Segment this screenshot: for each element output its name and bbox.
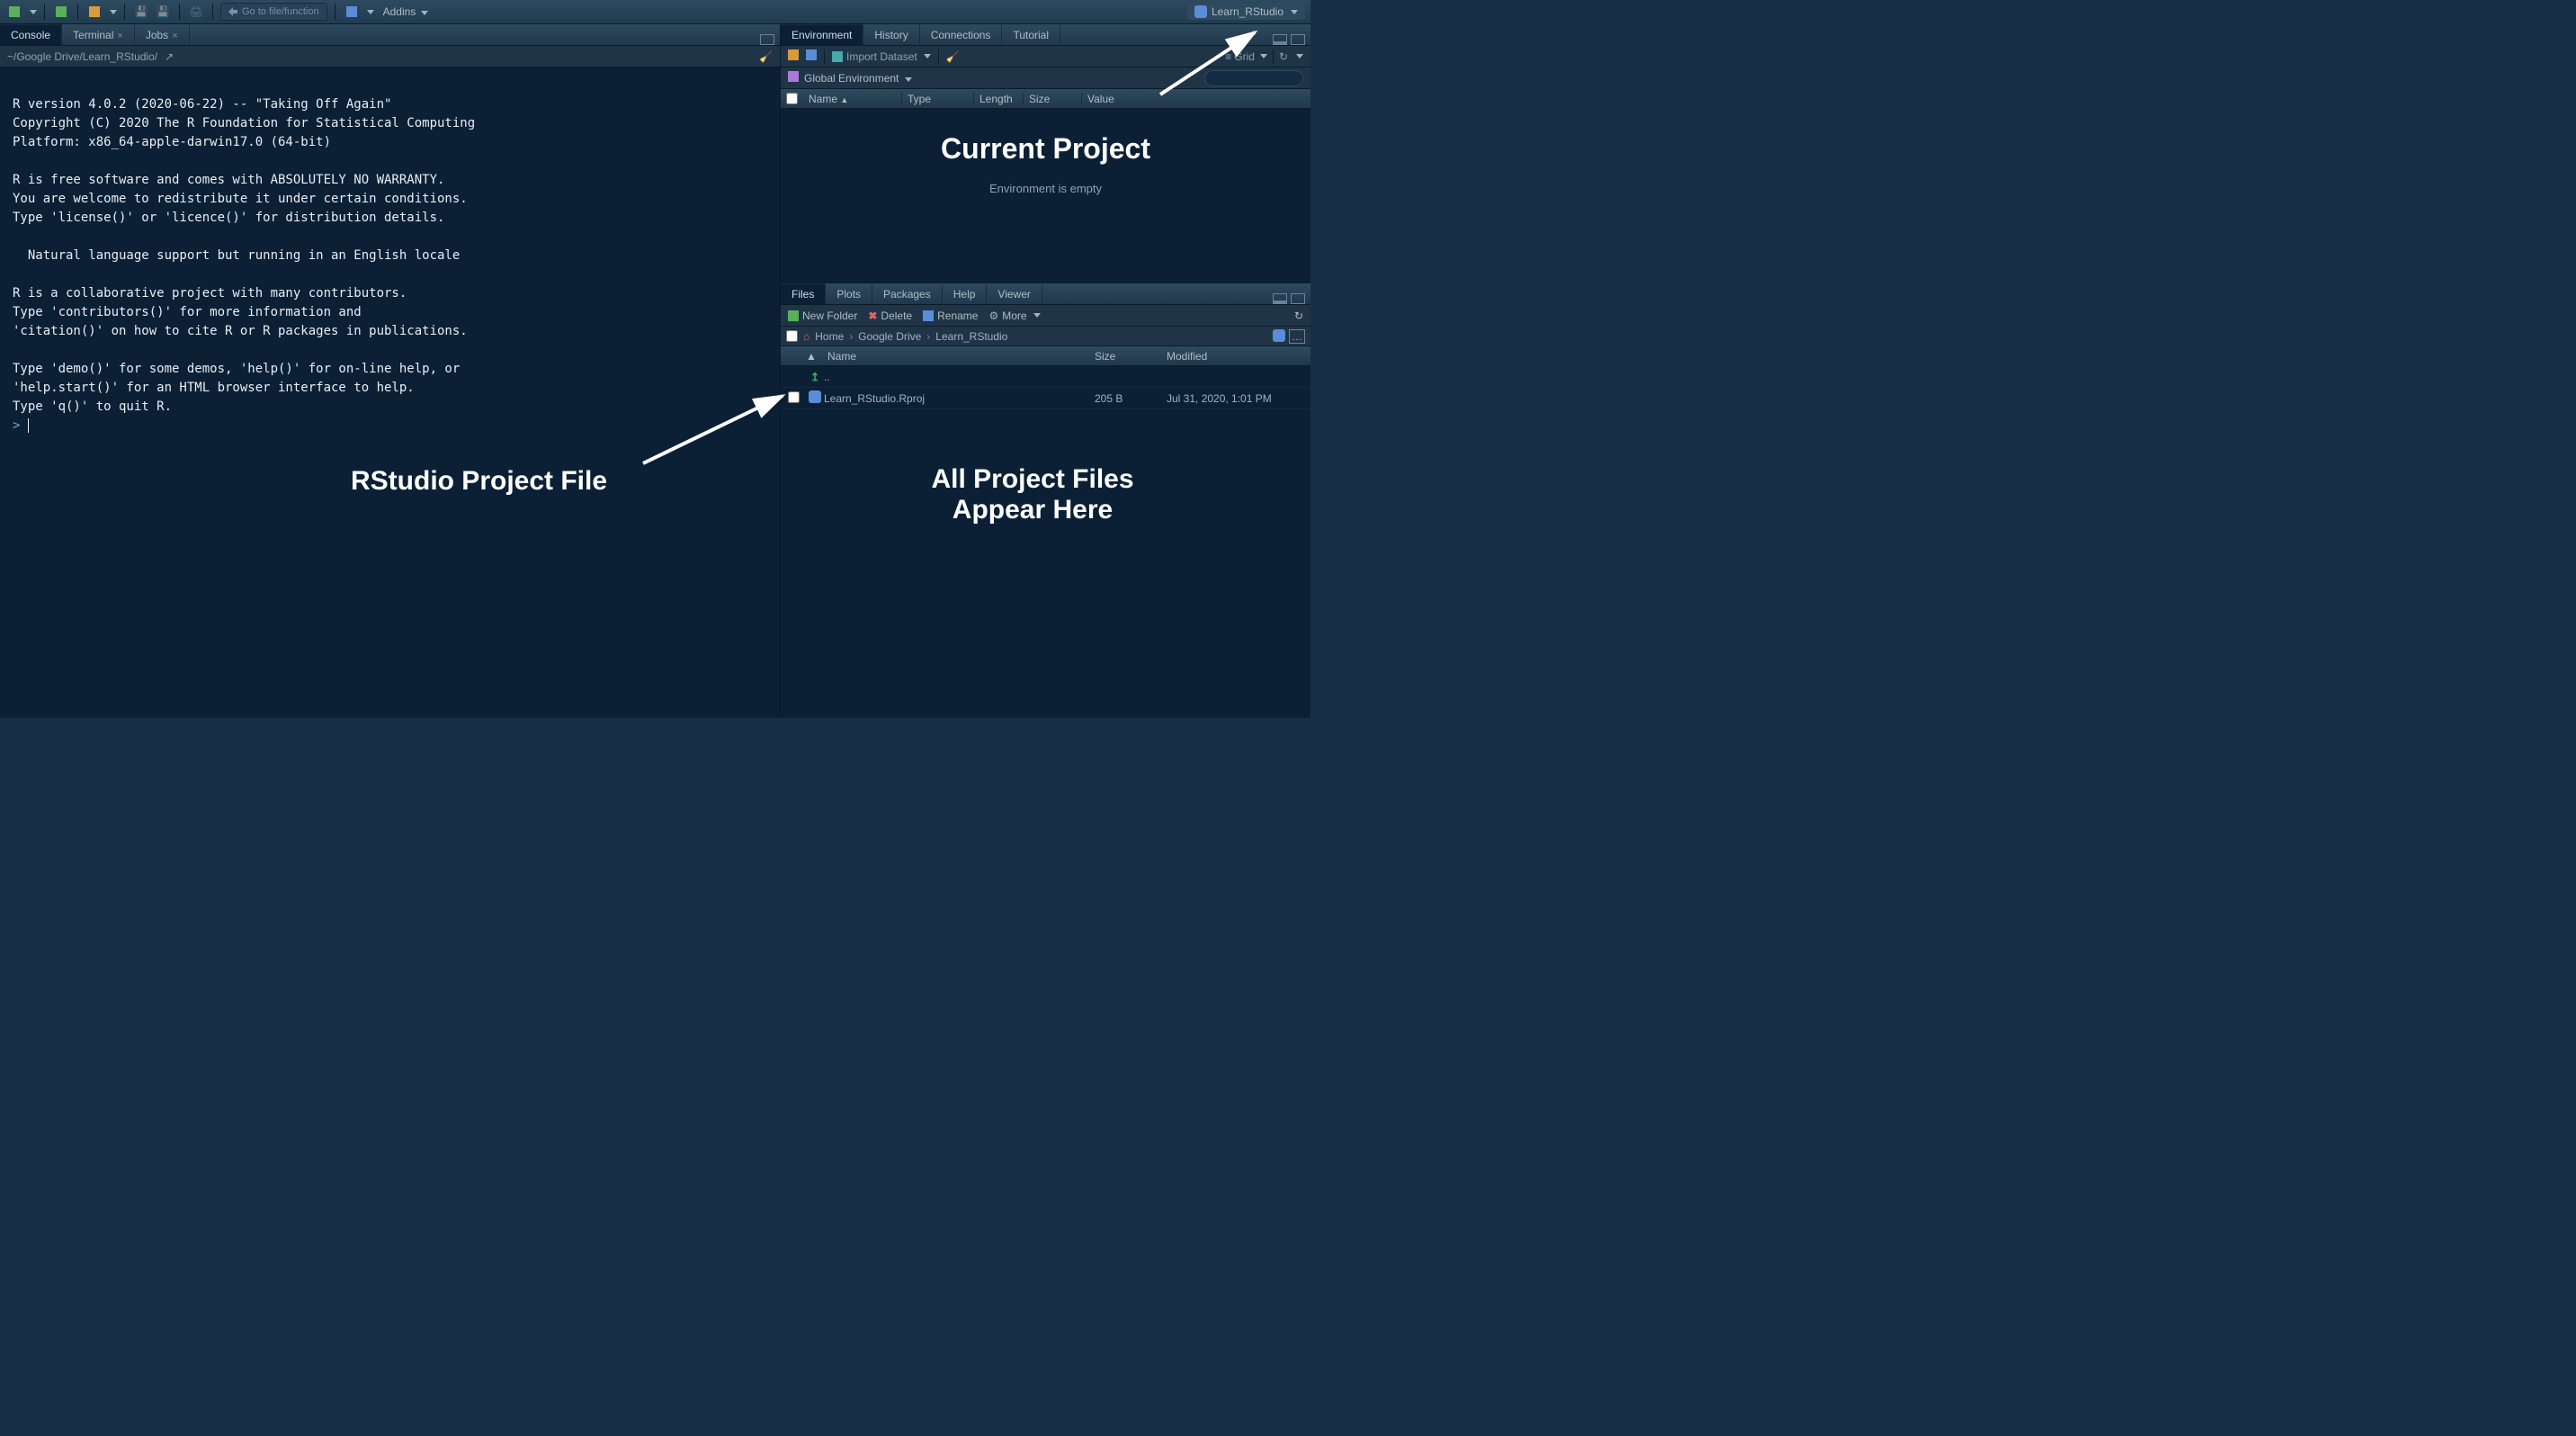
environment-tabs: Environment History Connections Tutorial [781, 24, 1310, 46]
breadcrumb-segment[interactable]: Learn_RStudio [935, 330, 1007, 343]
header-type[interactable]: Type [902, 93, 974, 105]
tools-icon[interactable] [343, 3, 361, 21]
goto-file-function-input[interactable]: Go to file/function [220, 3, 327, 21]
console-prompt: > [13, 418, 28, 433]
up-arrow-icon: ↥ [806, 371, 824, 383]
sort-indicator-icon[interactable]: ▲ [806, 350, 824, 363]
file-list: ↥ .. Learn_RStudio.Rproj 205 B Jul 31, 2… [781, 366, 1310, 718]
open-file-icon[interactable] [85, 3, 103, 21]
scope-selector[interactable]: Global Environment [804, 72, 912, 85]
minimize-pane-icon[interactable] [1273, 34, 1287, 45]
clear-console-icon[interactable]: 🧹 [759, 50, 773, 63]
breadcrumb-segment[interactable]: Google Drive [858, 330, 921, 343]
files-pane: Files Plots Packages Help Viewer New Fol… [781, 283, 1310, 718]
header-size[interactable]: Size [1024, 93, 1082, 105]
working-directory-label: ~/Google Drive/Learn_RStudio/ [7, 50, 157, 63]
tab-environment[interactable]: Environment [781, 24, 863, 45]
tab-console[interactable]: Console [0, 24, 62, 45]
environment-search-input[interactable] [1204, 70, 1303, 86]
goto-placeholder: Go to file/function [242, 6, 319, 17]
annotation-current-project: Current Project [941, 132, 1150, 166]
environment-pane: Environment History Connections Tutorial… [781, 24, 1310, 283]
home-icon[interactable]: ⌂ [803, 330, 809, 343]
minimize-pane-icon[interactable] [760, 34, 774, 45]
console-pane: Console Terminal× Jobs× ~/Google Drive/L… [0, 24, 781, 718]
environment-toolbar: Import Dataset 🧹 ≡ Grid ↻ [781, 46, 1310, 67]
maximize-pane-icon[interactable] [1291, 293, 1305, 304]
rproj-icon [806, 390, 824, 406]
tab-terminal[interactable]: Terminal× [62, 25, 135, 45]
tab-viewer[interactable]: Viewer [987, 284, 1042, 304]
delete-button[interactable]: ✖Delete [868, 310, 912, 322]
save-all-icon[interactable]: 💾 [154, 3, 172, 21]
cursor [28, 418, 29, 433]
save-icon[interactable]: 💾 [132, 3, 150, 21]
more-path-icon[interactable]: … [1289, 329, 1305, 344]
tab-tutorial[interactable]: Tutorial [1002, 25, 1060, 45]
new-folder-button[interactable]: New Folder [788, 310, 857, 322]
minimize-pane-icon[interactable] [1273, 293, 1287, 304]
tab-jobs[interactable]: Jobs× [135, 25, 190, 45]
new-file-dropdown[interactable] [30, 10, 37, 14]
environment-body: Current Project Environment is empty [781, 109, 1310, 283]
files-column-headers: ▲ Name Size Modified [781, 346, 1310, 366]
file-modified-label: Jul 31, 2020, 1:01 PM [1167, 392, 1310, 405]
files-tabs: Files Plots Packages Help Viewer [781, 283, 1310, 305]
header-value[interactable]: Value [1082, 93, 1310, 105]
console-output[interactable]: R version 4.0.2 (2020-06-22) -- "Taking … [0, 67, 780, 718]
scope-icon [788, 71, 799, 85]
header-file-size[interactable]: Size [1095, 350, 1167, 363]
breadcrumb-home[interactable]: Home [815, 330, 844, 343]
tab-plots[interactable]: Plots [826, 284, 872, 304]
new-file-icon[interactable] [5, 3, 23, 21]
tab-connections[interactable]: Connections [920, 25, 1003, 45]
clear-objects-icon[interactable]: 🧹 [946, 50, 960, 63]
new-project-icon[interactable] [52, 3, 70, 21]
refresh-files-icon[interactable]: ↻ [1294, 310, 1303, 322]
project-menu[interactable]: Learn_RStudio [1187, 4, 1305, 20]
tab-help[interactable]: Help [943, 284, 988, 304]
console-tabs: Console Terminal× Jobs× [0, 24, 780, 46]
tab-files[interactable]: Files [781, 283, 826, 304]
file-checkbox[interactable] [788, 391, 800, 403]
environment-headers: Name ▲ Type Length Size Value [781, 89, 1310, 109]
console-path-bar: ~/Google Drive/Learn_RStudio/ ↗ 🧹 [0, 46, 780, 67]
close-icon[interactable]: × [172, 31, 177, 41]
project-name-label: Learn_RStudio [1212, 5, 1284, 18]
project-icon [1194, 5, 1207, 18]
select-all-files-checkbox[interactable] [786, 330, 798, 342]
rename-button[interactable]: Rename [923, 310, 978, 322]
header-name[interactable]: Name ▲ [803, 93, 902, 105]
refresh-icon[interactable]: ↻ [1279, 50, 1288, 63]
tab-packages[interactable]: Packages [872, 284, 943, 304]
environment-scope-bar: Global Environment [781, 67, 1310, 89]
tab-history[interactable]: History [863, 25, 919, 45]
open-recent-dropdown[interactable] [110, 10, 117, 14]
files-toolbar: New Folder ✖Delete Rename ⚙More ↻ [781, 305, 1310, 327]
import-dataset-button[interactable]: Import Dataset [832, 50, 931, 63]
select-all-checkbox[interactable] [786, 93, 798, 104]
files-breadcrumb: ⌂ Home › Google Drive › Learn_RStudio … [781, 327, 1310, 346]
save-workspace-icon[interactable] [806, 49, 817, 63]
close-icon[interactable]: × [117, 31, 122, 41]
more-button[interactable]: ⚙More [988, 310, 1040, 322]
load-workspace-icon[interactable] [788, 49, 799, 63]
tools-dropdown[interactable] [367, 10, 374, 14]
environment-empty-label: Environment is empty [989, 182, 1102, 195]
project-badge-icon[interactable] [1273, 329, 1285, 342]
file-row[interactable]: Learn_RStudio.Rproj 205 B Jul 31, 2020, … [781, 388, 1310, 409]
main-toolbar: 💾 💾 🖨 Go to file/function Addins Learn_R… [0, 0, 1310, 24]
file-size-label: 205 B [1095, 392, 1167, 405]
addins-menu[interactable]: Addins [378, 5, 434, 18]
maximize-pane-icon[interactable] [1291, 34, 1305, 45]
header-length[interactable]: Length [974, 93, 1024, 105]
goto-dir-icon[interactable]: ↗ [165, 50, 174, 63]
parent-dir-row[interactable]: ↥ .. [781, 366, 1310, 388]
header-file-name[interactable]: Name [824, 350, 1095, 363]
view-mode-selector[interactable]: ≡ Grid [1225, 50, 1267, 63]
header-file-modified[interactable]: Modified [1167, 350, 1310, 363]
print-icon[interactable]: 🖨 [187, 3, 205, 21]
file-name-label: Learn_RStudio.Rproj [824, 392, 1095, 405]
